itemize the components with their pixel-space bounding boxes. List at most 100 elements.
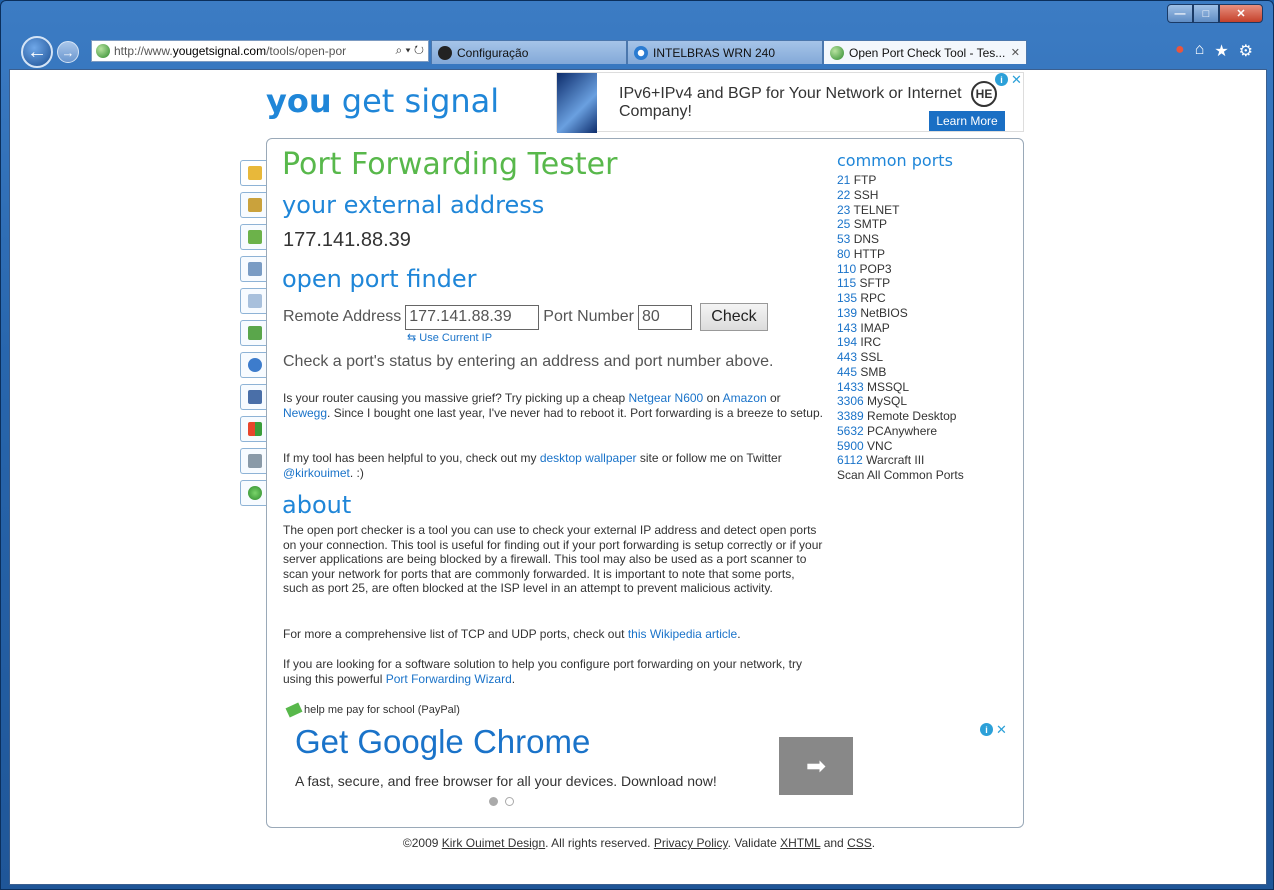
port-number[interactable]: 53 bbox=[837, 232, 850, 246]
google-tool-icon[interactable] bbox=[240, 384, 268, 410]
scan-all-ports-link[interactable]: Scan All Common Ports bbox=[837, 468, 1017, 483]
tab-intelbras[interactable]: INTELBRAS WRN 240 bbox=[627, 40, 823, 64]
ad-close-icon[interactable]: ✕ bbox=[1010, 73, 1023, 86]
check-button[interactable]: Check bbox=[699, 303, 768, 331]
port-item[interactable]: 135 RPC bbox=[837, 291, 1017, 306]
port-number[interactable]: 443 bbox=[837, 350, 857, 364]
back-button[interactable]: ← bbox=[21, 36, 53, 68]
address-bar[interactable]: http://www. yougetsignal.com/tools/open-p… bbox=[91, 40, 429, 62]
port-number[interactable]: 445 bbox=[837, 365, 857, 379]
twitter-link[interactable]: @kirkouimet bbox=[283, 466, 350, 480]
tool-sidebar bbox=[240, 160, 268, 506]
port-item[interactable]: 445 SMB bbox=[837, 365, 1017, 380]
favorites-star-icon[interactable]: ★ bbox=[1214, 41, 1228, 61]
port-item[interactable]: 110 POP3 bbox=[837, 262, 1017, 277]
domains-tool-icon[interactable] bbox=[240, 224, 268, 250]
port-item[interactable]: 143 IMAP bbox=[837, 321, 1017, 336]
carousel-dot[interactable] bbox=[505, 797, 514, 806]
wikipedia-link[interactable]: this Wikipedia article bbox=[628, 627, 737, 641]
port-item[interactable]: 443 SSL bbox=[837, 350, 1017, 365]
tab-configuracao[interactable]: Configuração bbox=[431, 40, 627, 64]
desktop-wallpaper-link[interactable]: desktop wallpaper bbox=[540, 451, 637, 465]
tab-close-icon[interactable]: ✕ bbox=[1011, 46, 1020, 59]
globe-tool-icon[interactable] bbox=[240, 480, 268, 506]
port-item[interactable]: 3389 Remote Desktop bbox=[837, 409, 1017, 424]
port-number[interactable]: 5900 bbox=[837, 439, 864, 453]
adchoices-info-icon[interactable]: i bbox=[980, 723, 993, 736]
port-number[interactable]: 194 bbox=[837, 335, 857, 349]
port-item[interactable]: 139 NetBIOS bbox=[837, 306, 1017, 321]
use-current-ip-link[interactable]: ⇆ Use Current IP bbox=[407, 331, 492, 344]
learn-more-button[interactable]: Learn More bbox=[929, 111, 1005, 131]
port-service: HTTP bbox=[853, 246, 886, 261]
open-port-finder-heading: open port finder bbox=[282, 265, 477, 293]
port-item[interactable]: 25 SMTP bbox=[837, 217, 1017, 232]
adchoices[interactable]: i ✕ bbox=[995, 73, 1023, 86]
port-item[interactable]: 3306 MySQL bbox=[837, 394, 1017, 409]
extension-icon[interactable]: ● bbox=[1175, 41, 1185, 61]
port-number[interactable]: 3389 bbox=[837, 409, 864, 423]
port-item[interactable]: 5632 PCAnywhere bbox=[837, 424, 1017, 439]
netgear-link[interactable]: Netgear N600 bbox=[629, 391, 704, 405]
port-number[interactable]: 23 bbox=[837, 203, 850, 217]
port-number[interactable]: 115 bbox=[837, 276, 856, 290]
port-number[interactable]: 3306 bbox=[837, 394, 864, 408]
adchoices-info-icon[interactable]: i bbox=[995, 73, 1008, 86]
carousel-dot[interactable] bbox=[489, 797, 498, 806]
arrow-right-icon[interactable]: ➡ bbox=[779, 737, 853, 795]
xhtml-link[interactable]: XHTML bbox=[780, 836, 820, 850]
port-number[interactable]: 1433 bbox=[837, 380, 864, 394]
port-number[interactable]: 80 bbox=[837, 247, 850, 261]
author-link[interactable]: Kirk Ouimet Design bbox=[442, 836, 545, 850]
maximize-button[interactable]: □ bbox=[1193, 4, 1219, 23]
adchoices[interactable]: i ✕ bbox=[980, 723, 1008, 736]
paypal-donate-link[interactable]: help me pay for school (PayPal) bbox=[285, 702, 460, 718]
remote-address-input[interactable] bbox=[405, 304, 540, 330]
top-banner-ad[interactable]: IPv6+IPv4 and BGP for Your Network or In… bbox=[556, 72, 1024, 133]
newegg-link[interactable]: Newegg bbox=[283, 406, 327, 420]
port-item[interactable]: 53 DNS bbox=[837, 232, 1017, 247]
chrome-ad[interactable]: Get Google Chrome A fast, secure, and fr… bbox=[295, 723, 1015, 813]
port-item[interactable]: 23 TELNET bbox=[837, 203, 1017, 218]
port-item[interactable]: 194 IRC bbox=[837, 335, 1017, 350]
whois-tool-icon[interactable] bbox=[240, 192, 268, 218]
port-number[interactable]: 25 bbox=[837, 217, 850, 231]
port-item[interactable]: 1433 MSSQL bbox=[837, 380, 1017, 395]
windows-tool-icon[interactable] bbox=[240, 416, 268, 442]
network-tool-icon[interactable] bbox=[240, 320, 268, 346]
phone-tool-icon[interactable] bbox=[240, 256, 268, 282]
css-link[interactable]: CSS bbox=[847, 836, 872, 850]
forward-button[interactable]: → bbox=[57, 41, 79, 63]
port-item[interactable]: 21 FTP bbox=[837, 173, 1017, 188]
tab-open-port-check[interactable]: Open Port Check Tool - Tes... ✕ bbox=[823, 40, 1027, 64]
port-item[interactable]: 6112 Warcraft III bbox=[837, 453, 1017, 468]
email-tool-icon[interactable] bbox=[240, 288, 268, 314]
port-number[interactable]: 135 bbox=[837, 291, 857, 305]
port-item[interactable]: 5900 VNC bbox=[837, 439, 1017, 454]
settings-gear-icon[interactable]: ⚙ bbox=[1239, 41, 1253, 61]
port-item[interactable]: 22 SSH bbox=[837, 188, 1017, 203]
amazon-link[interactable]: Amazon bbox=[723, 391, 767, 405]
port-forwarding-wizard-link[interactable]: Port Forwarding Wizard bbox=[386, 672, 512, 686]
port-item[interactable]: 115 SFTP bbox=[837, 276, 1017, 291]
port-number[interactable]: 6112 bbox=[837, 453, 863, 467]
site-logo[interactable]: you get signal bbox=[266, 82, 499, 120]
port-number[interactable]: 21 bbox=[837, 173, 850, 187]
port-number-input[interactable] bbox=[637, 304, 692, 330]
port-item[interactable]: 80 HTTP bbox=[837, 247, 1017, 262]
port-number[interactable]: 110 bbox=[837, 262, 856, 276]
search-refresh-icon[interactable]: ⌕ ▾ ↻ bbox=[391, 43, 424, 58]
port-number[interactable]: 22 bbox=[837, 188, 850, 202]
privacy-policy-link[interactable]: Privacy Policy bbox=[654, 836, 728, 850]
port-number[interactable]: 143 bbox=[837, 321, 857, 335]
disk-tool-icon[interactable] bbox=[240, 448, 268, 474]
location-tool-icon[interactable] bbox=[240, 352, 268, 378]
chrome-ad-title[interactable]: Get Google Chrome bbox=[295, 723, 590, 761]
minimize-button[interactable]: — bbox=[1167, 4, 1193, 23]
home-icon[interactable]: ⌂ bbox=[1195, 41, 1205, 61]
ad-close-icon[interactable]: ✕ bbox=[995, 723, 1008, 736]
close-window-button[interactable]: ✕ bbox=[1219, 4, 1263, 23]
port-tool-lock-icon[interactable] bbox=[240, 160, 268, 186]
port-number[interactable]: 139 bbox=[837, 306, 857, 320]
port-number[interactable]: 5632 bbox=[837, 424, 864, 438]
